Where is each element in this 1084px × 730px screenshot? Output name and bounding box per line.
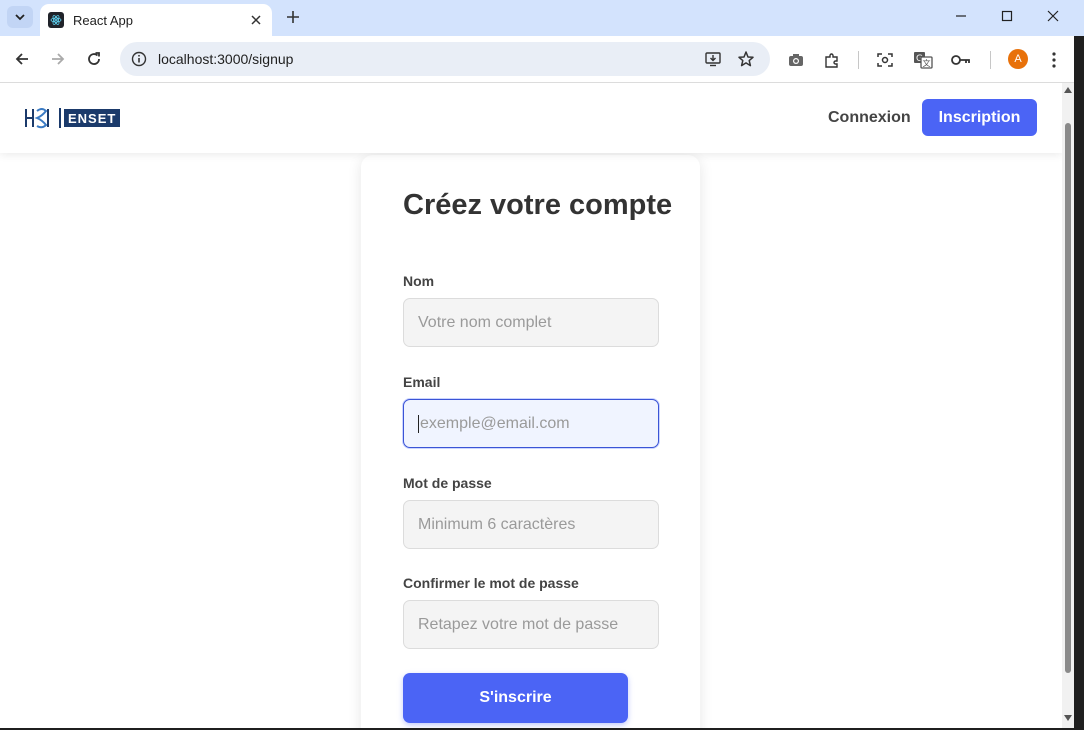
browser-toolbar: localhost:3000/signup G文 A [0,36,1084,83]
signup-nav-button[interactable]: Inscription [922,99,1037,136]
confirm-password-label: Confirmer le mot de passe [403,575,579,591]
email-input[interactable]: exemple@email.com [403,399,659,448]
page-scrollbar[interactable] [1062,83,1074,728]
puzzle-icon[interactable] [821,49,843,71]
name-label: Nom [403,273,435,289]
logo-text: ENSET [64,109,121,127]
confirm-password-input[interactable]: Retapez votre mot de passe [403,600,659,649]
address-bar[interactable]: localhost:3000/signup [120,42,770,76]
profile-avatar[interactable]: A [1008,49,1028,69]
minimize-icon[interactable] [938,0,984,32]
browser-tab-bar: React App [0,0,1084,36]
url-text: localhost:3000/signup [158,51,294,67]
camera-icon[interactable] [785,49,807,71]
star-icon[interactable] [736,49,756,69]
maximize-icon[interactable] [984,0,1030,32]
name-input[interactable]: Votre nom complet [403,298,659,347]
password-input[interactable]: Minimum 6 caractères [403,500,659,549]
form-title: Créez votre compte [403,189,673,221]
plus-icon[interactable] [282,6,304,28]
password-label: Mot de passe [403,475,492,491]
reload-icon[interactable] [82,47,106,71]
key-icon[interactable] [950,49,972,71]
scroll-down-icon[interactable] [1064,715,1072,721]
login-link[interactable]: Connexion [828,109,911,127]
arrow-right-icon[interactable] [46,47,70,71]
browser-tab[interactable]: React App [40,4,272,36]
page-viewport: ENSET Connexion Inscription Créez votre … [0,83,1062,728]
toolbar-separator [858,51,859,69]
logo-mark-icon [24,107,56,129]
kebab-menu-icon[interactable] [1043,49,1065,71]
scrollbar-thumb[interactable] [1065,123,1071,673]
logo-divider [59,108,61,128]
site-navbar: ENSET Connexion Inscription [0,83,1062,153]
email-placeholder: exemple@email.com [420,414,570,432]
email-label: Email [403,374,441,390]
signup-card: Créez votre compte Nom Votre nom complet… [361,155,700,728]
translate-icon[interactable]: G文 [912,49,934,71]
tab-title: React App [73,12,133,28]
info-icon[interactable] [130,50,148,68]
submit-button[interactable]: S'inscrire [403,673,628,723]
text-caret [418,414,419,433]
lens-icon[interactable] [874,49,896,71]
toolbar-separator [990,51,991,69]
svg-text:文: 文 [923,58,931,68]
arrow-left-icon[interactable] [10,47,34,71]
background-window-strip [1074,36,1084,730]
close-icon[interactable] [248,12,264,28]
install-icon[interactable] [703,49,723,69]
enset-logo[interactable]: ENSET [24,107,121,129]
scroll-up-icon[interactable] [1064,87,1072,93]
close-window-icon[interactable] [1030,0,1076,32]
react-favicon-icon [48,12,64,28]
chevron-down-icon[interactable] [7,6,33,28]
